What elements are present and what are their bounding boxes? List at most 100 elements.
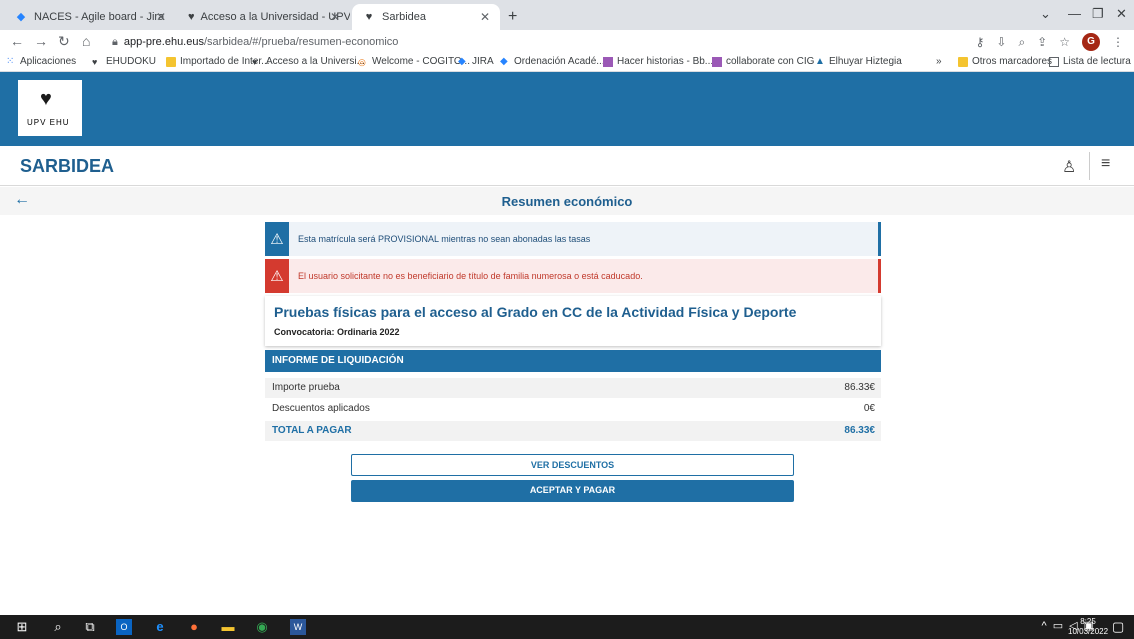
- close-window-icon[interactable]: ✕: [1116, 6, 1127, 22]
- liquidacion-heading: INFORME DE LIQUIDACIÓN: [265, 350, 881, 372]
- file-explorer-icon[interactable]: ▬: [220, 619, 236, 635]
- windows-start-icon[interactable]: ⊞: [14, 619, 30, 635]
- search-icon[interactable]: ⌕: [50, 619, 66, 635]
- url-path: /sarbidea/#/prueba/resumen-economico: [203, 36, 399, 48]
- forward-arrow-icon[interactable]: →: [34, 33, 48, 49]
- row-value: 0€: [863, 403, 875, 414]
- total-row: TOTAL A PAGAR 86.33€: [265, 421, 881, 441]
- key-icon[interactable]: ⚷: [976, 35, 985, 49]
- page-title: Resumen económico: [501, 194, 633, 209]
- hamburger-menu-icon[interactable]: ≡: [1101, 155, 1110, 173]
- divider: [1089, 152, 1090, 180]
- tab-label: NACES - Agile board - Jira: [34, 11, 165, 23]
- url-input[interactable]: 🔒︎ app-pre.ehu.eus/sarbidea/#/prueba/resu…: [112, 32, 962, 52]
- bookmarks-bar: ⁙ Aplicaciones ♥ EHUDOKU Importado de Inte…: [0, 54, 1134, 72]
- task-view-icon[interactable]: ⧉: [82, 619, 98, 635]
- chrome-icon[interactable]: ◉: [254, 619, 270, 635]
- bookmark-otros[interactable]: Otros marcadores: [958, 56, 1052, 67]
- star-icon[interactable]: ☆: [1059, 35, 1070, 49]
- bookmark-collaborate[interactable]: collaborate con CIG: [712, 56, 814, 67]
- word-icon[interactable]: W: [290, 619, 306, 635]
- bookmark-ordenacion[interactable]: ◆ Ordenación Acadé...: [500, 56, 605, 67]
- bookmark-lista[interactable]: Lista de lectura: [1049, 56, 1131, 67]
- bookmark-label: JIRA: [472, 56, 494, 67]
- exam-title: Pruebas físicas para el acceso al Grado …: [274, 304, 797, 320]
- app-title[interactable]: SARBIDEA: [20, 156, 114, 177]
- chevron-down-icon[interactable]: ⌄: [1040, 6, 1051, 22]
- ehu-tree-icon: ♥: [40, 88, 52, 110]
- clock[interactable]: 8:25 10/03/2022: [1068, 617, 1108, 637]
- row-label: Importe prueba: [272, 382, 340, 393]
- bookmark-label: Otros marcadores: [972, 56, 1053, 67]
- bookmark-apps[interactable]: ⁙ Aplicaciones: [6, 56, 76, 67]
- jira-icon: ◆: [458, 55, 466, 67]
- bookmark-jira[interactable]: ◆ JIRA: [458, 56, 494, 67]
- ehu-icon: ♥: [365, 11, 373, 23]
- info-alert: ⚠ Esta matrícula será PROVISIONAL mientr…: [265, 222, 881, 256]
- site-header: ♥ UPV EHU: [0, 72, 1134, 146]
- edge-icon[interactable]: e: [152, 619, 168, 635]
- bookmark-historias[interactable]: Hacer historias - Bb...: [603, 56, 713, 67]
- exam-convocatoria: Convocatoria: Ordinaria 2022: [274, 327, 400, 337]
- back-arrow-icon[interactable]: ←: [10, 33, 24, 49]
- share-icon[interactable]: ⇪: [1037, 35, 1047, 49]
- minimize-icon[interactable]: —: [1068, 6, 1081, 21]
- app-title-bar: SARBIDEA ♙ ≡: [0, 146, 1134, 186]
- ver-descuentos-button[interactable]: VER DESCUENTOS: [351, 454, 794, 476]
- tab-jira[interactable]: ◆ NACES - Agile board - Jira ✕: [4, 4, 176, 30]
- bookmark-label: Hacer historias - Bb...: [617, 56, 714, 67]
- tab-sarbidea[interactable]: ♥ Sarbidea ✕: [352, 4, 500, 30]
- reload-icon[interactable]: ↻: [58, 33, 70, 50]
- elhuyar-icon: ▲: [815, 55, 825, 67]
- close-icon[interactable]: ✕: [330, 10, 340, 24]
- total-value: 86.33€: [844, 425, 875, 436]
- bookmark-elhuyar[interactable]: ▲ Elhuyar Hiztegia: [815, 56, 902, 67]
- folder-icon: [166, 56, 176, 67]
- network-icon[interactable]: ▭: [1053, 619, 1063, 632]
- install-icon[interactable]: ⇩: [996, 35, 1006, 49]
- bookmark-label: Welcome - COGITO...: [372, 56, 470, 67]
- folder-icon: [958, 56, 968, 67]
- cogito-icon: ◎: [358, 56, 366, 67]
- bookmark-label: Acceso a la Universi...: [266, 56, 365, 67]
- bookmarks-overflow[interactable]: »: [936, 56, 942, 67]
- clock-time: 8:25: [1080, 617, 1096, 626]
- zoom-icon[interactable]: ⌕: [1018, 35, 1025, 50]
- outlook-icon[interactable]: O: [116, 619, 132, 635]
- tab-label: Acceso a la Universidad - UPV/EH: [200, 11, 350, 23]
- aceptar-pagar-button[interactable]: ACEPTAR Y PAGAR: [351, 480, 794, 502]
- error-alert-message: El usuario solicitante no es beneficiari…: [298, 271, 643, 281]
- row-value: 86.33€: [844, 382, 875, 393]
- bookmark-acceso[interactable]: ♥ Acceso a la Universi...: [252, 56, 365, 67]
- upv-ehu-logo[interactable]: ♥ UPV EHU: [18, 80, 82, 136]
- bookmark-label: Aplicaciones: [20, 56, 77, 67]
- overflow-label: »: [936, 56, 942, 67]
- ehu-icon: ♥: [92, 56, 98, 67]
- bb-icon: [712, 56, 722, 67]
- new-tab-icon[interactable]: +: [508, 8, 517, 26]
- chevron-up-icon[interactable]: ^: [1042, 620, 1047, 632]
- bookmark-ehudoku[interactable]: ♥ EHUDOKU: [92, 56, 156, 67]
- bookmark-cogito[interactable]: ◎ Welcome - COGITO...: [358, 56, 470, 67]
- apps-grid-icon: ⁙: [6, 55, 15, 67]
- close-icon[interactable]: ✕: [480, 10, 490, 24]
- notification-icon[interactable]: ▢: [1112, 619, 1124, 635]
- ehu-icon: ♥: [252, 56, 258, 67]
- tab-acceso[interactable]: ♥ Acceso a la Universidad - UPV/EH ✕: [178, 4, 350, 30]
- restore-icon[interactable]: ❐: [1092, 6, 1104, 22]
- bookmark-label: collaborate con CIG: [726, 56, 815, 67]
- bookmark-label: Elhuyar Hiztegia: [829, 56, 902, 67]
- kebab-menu-icon[interactable]: ⋮: [1112, 35, 1124, 49]
- firefox-icon[interactable]: ●: [186, 619, 202, 635]
- reading-list-icon: [1049, 56, 1059, 67]
- close-icon[interactable]: ✕: [156, 10, 166, 24]
- avatar[interactable]: G: [1082, 33, 1100, 51]
- home-icon[interactable]: ⌂: [82, 33, 90, 49]
- bb-icon: [603, 56, 613, 67]
- user-icon[interactable]: ♙: [1062, 157, 1076, 177]
- clock-date: 10/03/2022: [1068, 627, 1109, 636]
- warning-icon: ⚠: [265, 259, 289, 293]
- browser-tab-strip: ◆ NACES - Agile board - Jira ✕ ♥ Acceso …: [0, 0, 1134, 30]
- lock-icon: 🔒︎: [112, 36, 118, 48]
- exam-card: Pruebas físicas para el acceso al Grado …: [265, 296, 881, 346]
